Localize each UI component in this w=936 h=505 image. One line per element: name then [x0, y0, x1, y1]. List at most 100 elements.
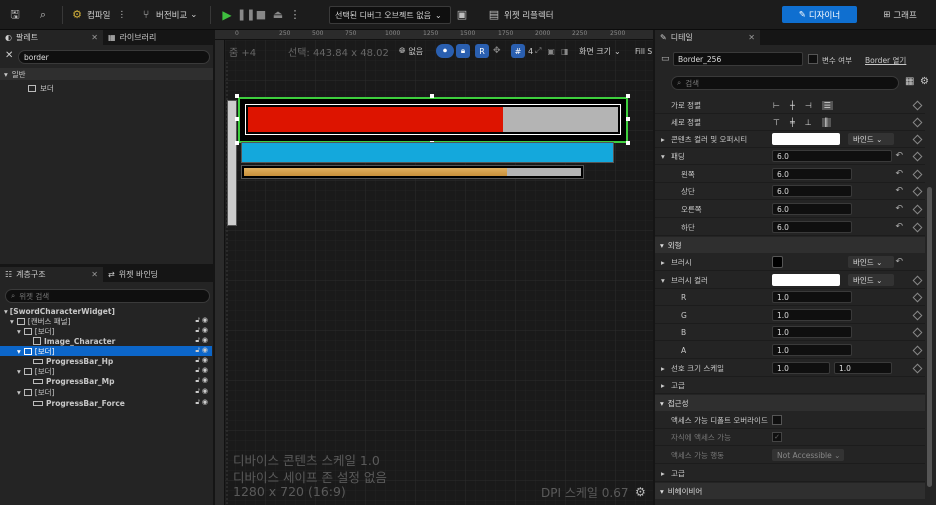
category-accessibility[interactable]: ▾ 접근성 [655, 395, 925, 411]
localization-preview[interactable]: 🌐︎ 없음 [399, 43, 423, 59]
keyframe-diamond-icon[interactable] [912, 292, 923, 302]
keyframe-diamond-icon[interactable] [912, 363, 923, 373]
brush-swatch[interactable] [772, 256, 783, 268]
access-behavior-dropdown[interactable]: Not Accessible ⌄ [772, 449, 844, 461]
lock-eye-icons[interactable]: 🔓︎◉ [195, 398, 210, 407]
lock-eye-icons[interactable]: 🔓︎◉ [195, 316, 210, 325]
settings-gear-icon[interactable]: ⚙ [920, 76, 929, 87]
pad-bottom-input[interactable]: 6.0 [772, 221, 852, 233]
keyframe-diamond-icon[interactable] [912, 327, 923, 337]
pause-icon[interactable]: ❚❚ [237, 8, 255, 22]
tree-row-image-character[interactable]: Image_Character 🔓︎◉ [0, 336, 212, 346]
category-appearance[interactable]: ▾ 외형 [655, 237, 925, 253]
play-options-icon[interactable]: ⋮ [288, 8, 302, 22]
tree-row-border-1[interactable]: ▾ [보더] 🔓︎◉ [0, 326, 212, 336]
tree-row-root[interactable]: ▾ [SwordCharacterWidget] [0, 306, 212, 316]
dss-x-input[interactable]: 1.0 [772, 362, 830, 374]
designer-viewport[interactable]: 0 250 500 750 1000 1250 1500 1750 2000 2… [215, 30, 653, 505]
browse-button[interactable]: ⌕ [36, 5, 50, 25]
align-fill-icon[interactable]: ☰ [821, 100, 833, 110]
keyframe-diamond-icon[interactable] [912, 345, 923, 355]
resize-handle[interactable] [235, 141, 239, 145]
keyframe-diamond-icon[interactable] [912, 117, 923, 127]
tab-hierarchy[interactable]: ☷ 계층구조 ✕ [0, 267, 103, 282]
reset-icon[interactable]: ↶ [895, 204, 903, 214]
align-top-icon[interactable]: ⊤ [773, 118, 780, 127]
override-access-checkbox[interactable] [772, 415, 782, 425]
reset-icon[interactable]: ↶ [895, 186, 903, 196]
stop-icon[interactable]: ■ [254, 8, 268, 22]
chevron-right-icon[interactable]: ▸ [661, 135, 665, 144]
debug-object-select[interactable]: 선택된 디버그 오브젝트 없음 ⌄ [329, 6, 451, 24]
image-icon[interactable]: ▣ [547, 47, 555, 56]
widget-reflector-button[interactable]: ▤ 위젯 리플렉터 [487, 5, 554, 25]
keyframe-diamond-icon[interactable] [912, 169, 923, 179]
progress-bar-mp[interactable] [241, 142, 614, 163]
resize-handle[interactable] [235, 94, 239, 98]
child-access-checkbox[interactable]: ✓ [772, 432, 782, 442]
tree-row-canvas[interactable]: ▾ [캔버스 패널] 🔓︎◉ [0, 316, 212, 326]
clear-search-icon[interactable]: ✕ [5, 50, 13, 61]
fill-screen-dropdown[interactable]: Fill S [635, 43, 652, 59]
color-b-input[interactable]: 1.0 [772, 326, 852, 338]
category-behavior[interactable]: ▾ 비헤이비어 [655, 483, 925, 499]
color-r-input[interactable]: 1.0 [772, 291, 852, 303]
resize-handle[interactable] [626, 94, 630, 98]
keyframe-diamond-icon[interactable] [912, 186, 923, 196]
row-advanced-2[interactable]: ▸ 고급 [655, 465, 925, 482]
tab-details[interactable]: ✎ 디테일 ✕ [655, 30, 760, 45]
chevron-right-icon[interactable]: ▸ [661, 258, 665, 267]
reset-icon[interactable]: ↶ [895, 257, 903, 267]
border-selected[interactable] [238, 97, 628, 143]
keyframe-diamond-icon[interactable] [912, 204, 923, 214]
color-a-input[interactable]: 1.0 [772, 344, 852, 356]
designer-mode-button[interactable]: ✎ 디자이너 [782, 6, 857, 23]
close-icon[interactable]: ✕ [748, 33, 755, 42]
align-right-icon[interactable]: ⊣ [805, 101, 812, 110]
widget-name-input[interactable]: Border_256 [673, 52, 803, 66]
reset-icon[interactable]: ↶ [895, 151, 903, 161]
respect-locks-button[interactable]: R [475, 43, 489, 59]
resize-handle[interactable] [626, 117, 630, 121]
lock-eye-icons[interactable]: 🔓︎◉ [195, 366, 210, 375]
keyframe-diamond-icon[interactable] [912, 310, 923, 320]
palette-search-input[interactable]: border [18, 50, 210, 64]
align-left-icon[interactable]: ⊢ [773, 101, 780, 110]
details-scrollbar[interactable] [927, 187, 932, 487]
lock-eye-icons[interactable]: 🔓︎◉ [195, 336, 210, 345]
compile-options-icon[interactable]: ⋮ [117, 10, 126, 20]
dpi-settings-gear-icon[interactable]: ⚙ [635, 485, 646, 499]
lock-eye-icons[interactable]: 🔓︎◉ [195, 326, 210, 335]
chevron-down-icon[interactable]: ▾ [661, 152, 665, 161]
hierarchy-search-input[interactable]: ⌕ 위젯 검색 [5, 289, 210, 303]
brush-bind-dropdown[interactable]: 바인드 ⌄ [848, 256, 894, 268]
resize-handle[interactable] [430, 94, 434, 98]
compile-button[interactable]: ⚙ 컴파일 ⋮ [70, 5, 126, 25]
progress-bar-hp[interactable] [245, 104, 621, 135]
pad-top-input[interactable]: 6.0 [772, 185, 852, 197]
row-advanced[interactable]: ▸ 고급 [655, 377, 925, 394]
content-color-bind-dropdown[interactable]: 바인드 ⌄ [848, 133, 894, 145]
pad-right-input[interactable]: 6.0 [772, 203, 852, 215]
content-color-swatch[interactable] [772, 133, 840, 145]
keyframe-diamond-icon[interactable] [912, 275, 923, 285]
eject-icon[interactable]: ⏏ [271, 8, 285, 22]
resize-handle[interactable] [235, 117, 239, 121]
dss-y-input[interactable]: 1.0 [834, 362, 892, 374]
keyframe-diamond-icon[interactable] [912, 151, 923, 161]
save-button[interactable]: 🖫 [8, 5, 22, 25]
lock-eye-icons[interactable]: 🔓︎◉ [195, 356, 210, 365]
play-icon[interactable]: ▶ [220, 8, 234, 22]
tree-row-border-3[interactable]: ▾ [보더] 🔓︎◉ [0, 366, 212, 376]
brush-color-bind-dropdown[interactable]: 바인드 ⌄ [848, 274, 894, 286]
tree-row-progressbar-mp[interactable]: ProgressBar_Mp 🔓︎◉ [0, 376, 212, 386]
keyframe-diamond-icon[interactable] [912, 222, 923, 232]
tab-library[interactable]: ▦ 라이브러리 [103, 30, 211, 45]
keyframe-diamond-icon[interactable] [912, 134, 923, 144]
color-g-input[interactable]: 1.0 [772, 309, 852, 321]
keyframe-diamond-icon[interactable] [912, 100, 923, 110]
lock-eye-icons[interactable]: 🔓︎◉ [195, 376, 210, 385]
progress-bar-force[interactable] [241, 165, 584, 179]
pad-left-input[interactable]: 6.0 [772, 168, 852, 180]
grid-snap[interactable]: # 4 [511, 43, 533, 59]
